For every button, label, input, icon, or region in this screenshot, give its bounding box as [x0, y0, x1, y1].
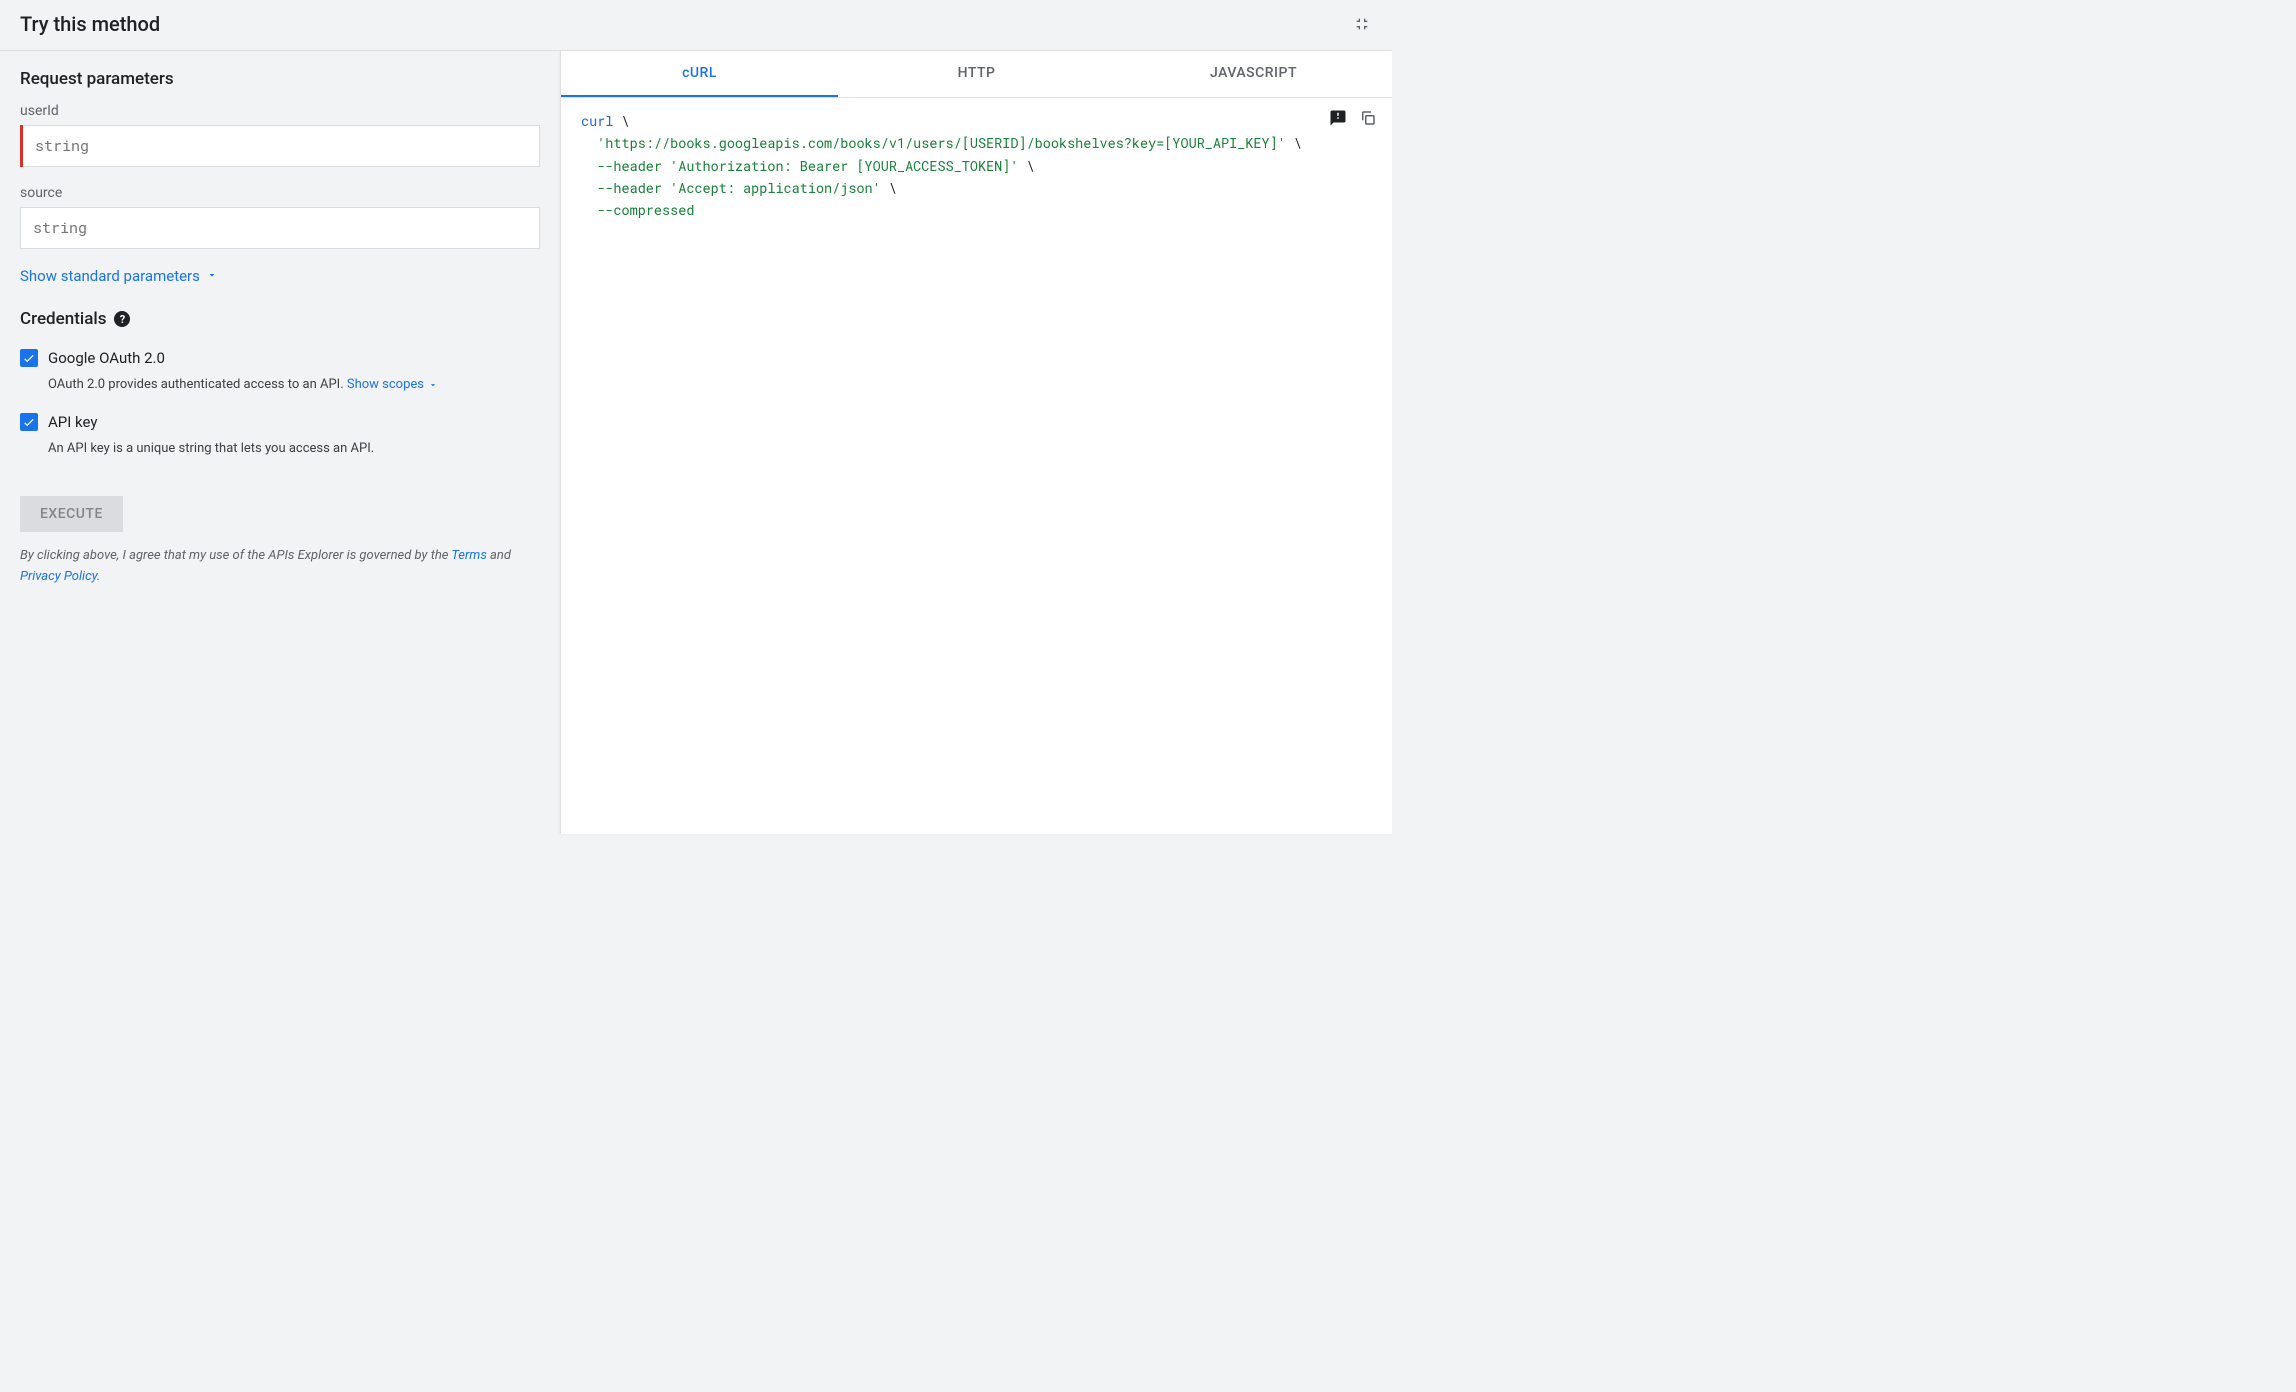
credentials-heading: Credentials: [20, 309, 106, 329]
tab-javascript[interactable]: JAVASCRIPT: [1115, 51, 1392, 97]
apikey-label: API key: [48, 413, 97, 431]
show-standard-params-label: Show standard parameters: [20, 267, 200, 285]
oauth-desc: OAuth 2.0 provides authenticated access …: [48, 377, 347, 392]
chevron-down-icon: [428, 380, 438, 390]
execute-button[interactable]: EXECUTE: [20, 496, 123, 532]
tab-curl[interactable]: cURL: [561, 51, 838, 97]
source-input[interactable]: [20, 207, 540, 249]
help-icon[interactable]: ?: [114, 311, 130, 327]
collapse-icon[interactable]: [1352, 14, 1372, 34]
agree-text: By clicking above, I agree that my use o…: [20, 546, 540, 588]
oauth-label: Google OAuth 2.0: [48, 349, 165, 367]
apikey-desc: An API key is a unique string that lets …: [48, 439, 540, 459]
copy-icon[interactable]: [1358, 108, 1378, 128]
apikey-checkbox[interactable]: [20, 413, 38, 431]
feedback-icon[interactable]: [1328, 108, 1348, 128]
show-standard-params-toggle[interactable]: Show standard parameters: [20, 267, 218, 285]
privacy-link[interactable]: Privacy Policy: [20, 569, 97, 584]
tab-http[interactable]: HTTP: [838, 51, 1115, 97]
chevron-down-icon: [206, 267, 218, 285]
code-sample: curl \ 'https://books.googleapis.com/boo…: [561, 98, 1392, 834]
userid-input[interactable]: [20, 125, 540, 167]
request-params-heading: Request parameters: [20, 69, 540, 89]
page-title: Try this method: [20, 12, 160, 36]
param-label-userid: userId: [20, 103, 540, 119]
param-label-source: source: [20, 185, 540, 201]
oauth-checkbox[interactable]: [20, 349, 38, 367]
show-scopes-link[interactable]: Show scopes: [347, 375, 438, 395]
terms-link[interactable]: Terms: [451, 548, 486, 563]
